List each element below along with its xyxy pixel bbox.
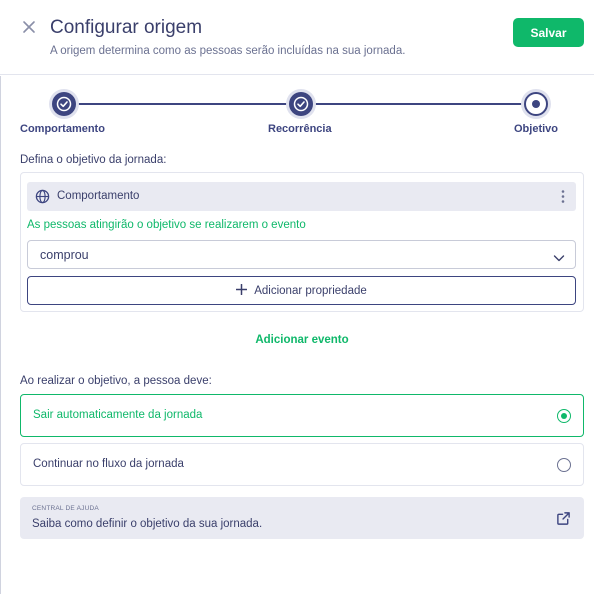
globe-icon — [35, 189, 50, 204]
help-link[interactable]: Saiba como definir o objetivo da sua jor… — [32, 518, 262, 530]
external-link-icon[interactable] — [556, 511, 571, 526]
event-card-header: Comportamento — [27, 182, 576, 211]
stepper-connector — [76, 103, 290, 105]
option-continue-flow[interactable]: Continuar no fluxo da jornada — [20, 443, 584, 486]
radio-unselected-icon[interactable] — [557, 458, 571, 472]
behavior-section-label: Ao realizar o objetivo, a pessoa deve: — [20, 375, 212, 387]
stepper-connector — [313, 103, 525, 105]
page-subtitle: A origem determina como as pessoas serão… — [50, 45, 406, 57]
step-comportamento-check-icon[interactable] — [52, 92, 76, 116]
add-property-label: Adicionar propriedade — [254, 285, 367, 297]
chevron-down-icon — [553, 250, 565, 262]
step-label-objetivo[interactable]: Objetivo — [514, 123, 558, 135]
event-card-title: Comportamento — [57, 190, 140, 202]
option-continue-flow-label: Continuar no fluxo da jornada — [33, 458, 184, 470]
help-center-box: CENTRAL DE AJUDA Saiba como definir o ob… — [20, 497, 584, 539]
modal-header: Configurar origem A origem determina com… — [0, 0, 594, 75]
goal-condition-text: As pessoas atingirão o objetivo se reali… — [27, 219, 306, 231]
goal-section-label: Defina o objetivo da jornada: — [20, 154, 167, 166]
save-button[interactable]: Salvar — [513, 18, 584, 47]
add-property-button[interactable]: Adicionar propriedade — [27, 276, 576, 305]
step-objetivo-dot-icon[interactable] — [524, 92, 548, 116]
help-kicker: CENTRAL DE AJUDA — [32, 505, 99, 512]
option-exit-journey[interactable]: Sair automaticamente da jornada — [20, 394, 584, 437]
kebab-icon[interactable] — [560, 189, 566, 204]
step-label-recorrencia[interactable]: Recorrência — [268, 123, 332, 135]
radio-selected-icon[interactable] — [557, 409, 571, 423]
add-event-link[interactable]: Adicionar evento — [0, 334, 594, 346]
step-recorrencia-check-icon[interactable] — [289, 92, 313, 116]
event-select-value: comprou — [40, 248, 89, 262]
plus-icon — [235, 283, 248, 296]
event-select[interactable]: comprou — [27, 240, 576, 269]
page-title: Configurar origem — [50, 17, 203, 38]
close-icon[interactable] — [20, 18, 38, 36]
option-exit-journey-label: Sair automaticamente da jornada — [33, 409, 203, 421]
step-label-comportamento[interactable]: Comportamento — [20, 123, 105, 135]
